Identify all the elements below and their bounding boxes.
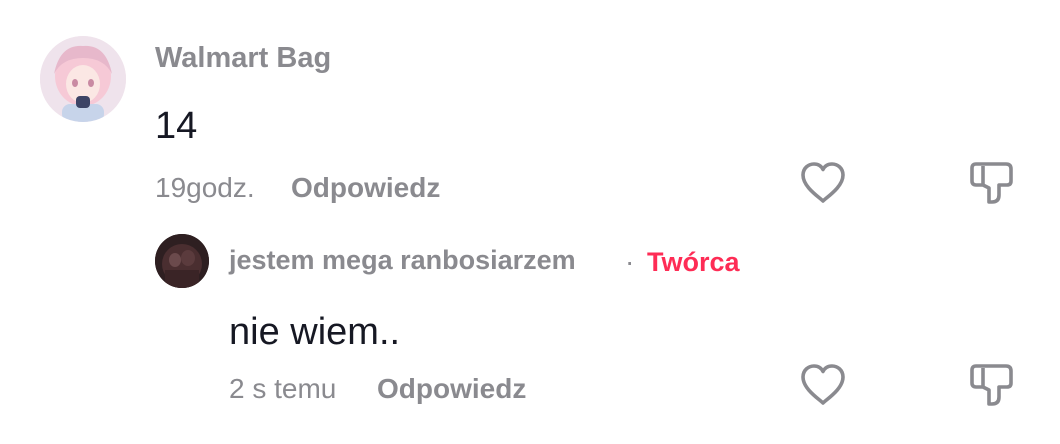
like-button[interactable] [799,160,847,206]
heart-outline-icon [801,364,845,405]
reply-button[interactable]: Odpowiedz [291,174,440,202]
comment-timestamp: 19godz. [155,172,255,203]
thumbs-down-icon [970,162,1013,204]
reply-reply-button[interactable]: Odpowiedz [377,375,526,403]
thumbs-down-icon [970,364,1013,406]
reply-dislike-button[interactable] [968,362,1018,408]
avatar-image [155,234,209,288]
reply-timestamp: 2 s temu [229,373,337,404]
creator-badge: Twórca [647,247,740,277]
avatar-image [40,36,126,122]
comment-text: 14 [155,105,198,147]
reply-like-button[interactable] [799,362,847,408]
reply-avatar[interactable] [155,234,209,288]
dislike-button[interactable] [968,160,1018,206]
commenter-avatar[interactable] [40,36,126,122]
username-separator: · [625,246,635,277]
heart-outline-icon [801,162,845,203]
reply-text: nie wiem.. [229,311,401,353]
comment-username[interactable]: Walmart Bag [155,44,331,73]
reply-username[interactable]: jestem mega ranbosiarzem [229,247,576,274]
comment-thread: Walmart Bag 14 19godz. Odpowiedz jestem … [0,0,1060,444]
